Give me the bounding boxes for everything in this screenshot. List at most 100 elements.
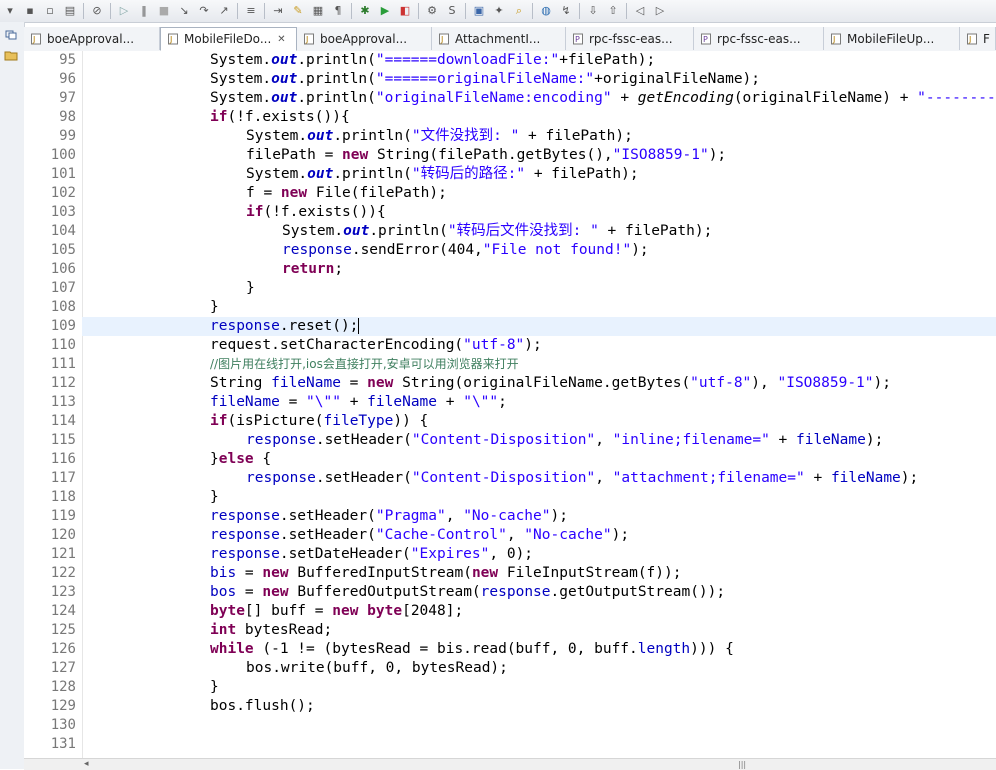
dropdown-arrow[interactable]: ▾ xyxy=(3,4,17,18)
code-line-103[interactable]: if(!f.exists()){ xyxy=(246,203,386,222)
close-tab-icon[interactable]: ✕ xyxy=(277,34,285,45)
web-service-icon[interactable]: S xyxy=(445,4,459,18)
tab-6[interactable]: J MobileFileUp... xyxy=(824,27,960,50)
code-line-108[interactable]: } xyxy=(210,298,219,317)
code-line-127[interactable]: bos.write(buff, 0, bytesRead); xyxy=(246,659,508,678)
line-number: 116 xyxy=(50,451,76,467)
tab-7[interactable]: JF xyxy=(960,27,996,50)
search-icon[interactable]: ⌕ xyxy=(512,4,526,18)
scroll-thumb-grip[interactable]: ||| xyxy=(738,760,746,769)
step-into-icon[interactable]: ↘ xyxy=(177,4,191,18)
line-number: 114 xyxy=(50,413,76,429)
run-to-line-icon[interactable]: ⇥ xyxy=(271,4,285,18)
step-return-icon[interactable]: ↗ xyxy=(217,4,231,18)
block-selection-icon[interactable]: ▦ xyxy=(311,4,325,18)
code-line-121[interactable]: response.setDateHeader("Expires", 0); xyxy=(210,545,533,564)
resume-icon[interactable]: ▷ xyxy=(117,4,131,18)
line-number: 107 xyxy=(50,280,76,296)
debug-console-icon[interactable]: ≡ xyxy=(244,4,258,18)
code-line-104[interactable]: System.out.println("转码后文件没找到: " + filePa… xyxy=(282,222,712,241)
scroll-left-arrow-icon[interactable]: ◂ xyxy=(84,759,89,770)
run-icon[interactable]: ▶ xyxy=(378,4,392,18)
code-line-110[interactable]: request.setCharacterEncoding("utf-8"); xyxy=(210,336,542,355)
code-line-102[interactable]: f = new File(filePath); xyxy=(246,184,447,203)
line-number: 118 xyxy=(50,489,76,505)
package-explorer-icon[interactable] xyxy=(4,48,18,62)
mark-occurrences-icon[interactable]: ✎ xyxy=(291,4,305,18)
code-line-99[interactable]: System.out.println("文件没找到: " + filePath)… xyxy=(246,127,633,146)
editor-tab-bar: JboeApproval... J MobileFileDo... ✕ JboeAppr… xyxy=(24,27,996,52)
forward-icon[interactable]: ▷ xyxy=(653,4,667,18)
code-line-116[interactable]: }else { xyxy=(210,450,271,469)
code-line-119[interactable]: response.setHeader("Pragma", "No-cache")… xyxy=(210,507,568,526)
code-line-100[interactable]: filePath = new String(filePath.getBytes(… xyxy=(246,146,726,165)
code-line-120[interactable]: response.setHeader("Cache-Control", "No-… xyxy=(210,526,629,545)
tab-label: F xyxy=(983,31,990,46)
code-line-115[interactable]: response.setHeader("Content-Disposition"… xyxy=(246,431,883,450)
horizontal-scrollbar[interactable]: ◂ ||| xyxy=(24,758,996,770)
code-line-114[interactable]: if(isPicture(fileType)) { xyxy=(210,412,428,431)
tab-1[interactable]: J MobileFileDo... ✕ xyxy=(160,27,297,51)
code-line-124[interactable]: byte[] buff = new byte[2048]; xyxy=(210,602,463,621)
code-line-125[interactable]: int bytesRead; xyxy=(210,621,332,640)
code-line-98[interactable]: if(!f.exists()){ xyxy=(210,108,350,127)
text-caret xyxy=(358,318,360,334)
next-annotation-icon[interactable]: ⇩ xyxy=(586,4,600,18)
terminate-icon[interactable]: ■ xyxy=(157,4,171,18)
code-line-107[interactable]: } xyxy=(246,279,255,298)
debug-icon[interactable]: ✱ xyxy=(358,4,372,18)
code-line-118[interactable]: } xyxy=(210,488,219,507)
suspend-icon[interactable]: ‖ xyxy=(137,4,151,18)
external-tools-icon[interactable]: ↯ xyxy=(559,4,573,18)
show-whitespace-icon[interactable]: ¶ xyxy=(331,4,345,18)
code-line-129[interactable]: bos.flush(); xyxy=(210,697,315,716)
code-line-106[interactable]: return; xyxy=(282,260,343,279)
skip-breakpoints-icon[interactable]: ⊘ xyxy=(90,4,104,18)
code-line-97[interactable]: System.out.println("originalFileName:enc… xyxy=(210,89,996,108)
code-editor[interactable]: 95 96 97 98 99 100 101 102 103 104 105 106 107 108 109… xyxy=(24,51,996,758)
new-server-icon[interactable]: ⚙ xyxy=(425,4,439,18)
toolbar-separator xyxy=(110,3,111,19)
tab-5[interactable]: Prpc-fssc-eas... xyxy=(694,27,824,50)
back-icon[interactable]: ◁ xyxy=(633,4,647,18)
line-number: 127 xyxy=(50,660,76,676)
code-line-126[interactable]: while (-1 != (bytesRead = bis.read(buff,… xyxy=(210,640,734,659)
line-number: 95 xyxy=(59,52,76,68)
svg-text:J: J xyxy=(32,35,35,44)
restore-icon[interactable] xyxy=(4,28,18,42)
open-task-icon[interactable]: ✦ xyxy=(492,4,506,18)
coverage-icon[interactable]: ◧ xyxy=(398,4,412,18)
code-line-111[interactable]: //图片用在线打开,ios会直接打开,安卓可以用浏览器来打开 xyxy=(210,355,519,374)
toolbar-separator xyxy=(626,3,627,19)
step-over-icon[interactable]: ↷ xyxy=(197,4,211,18)
code-line-112[interactable]: String fileName = new String(originalFil… xyxy=(210,374,891,393)
line-number: 99 xyxy=(59,128,76,144)
save-icon[interactable]: ▪ xyxy=(23,4,37,18)
code-line-122[interactable]: bis = new BufferedInputStream(new FileIn… xyxy=(210,564,681,583)
code-line-101[interactable]: System.out.println("转码后的路径:" + filePath)… xyxy=(246,165,639,184)
tab-3[interactable]: J AttachmentI... xyxy=(432,27,566,50)
java-file-icon: J xyxy=(966,33,978,45)
save-all-icon[interactable]: ▫ xyxy=(43,4,57,18)
code-text-area[interactable]: System.out.println("======downloadFile:"… xyxy=(82,51,996,758)
code-line-96[interactable]: System.out.println("======originalFileNa… xyxy=(210,70,760,89)
tab-label: MobileFileDo... xyxy=(184,32,272,46)
open-type-icon[interactable]: ▣ xyxy=(472,4,486,18)
code-line-128[interactable]: } xyxy=(210,678,219,697)
code-line-117[interactable]: response.setHeader("Content-Disposition"… xyxy=(246,469,918,488)
previous-annotation-icon[interactable]: ⇧ xyxy=(606,4,620,18)
code-line-105[interactable]: response.sendError(404,"File not found!"… xyxy=(282,241,649,260)
code-line-95[interactable]: System.out.println("======downloadFile:"… xyxy=(210,51,655,70)
tab-4[interactable]: Prpc-fssc-eas... xyxy=(566,27,694,50)
code-line-113[interactable]: fileName = "\"" + fileName + "\""; xyxy=(210,393,507,412)
tab-0[interactable]: JboeApproval... xyxy=(24,27,160,50)
code-line-109-current[interactable]: response.reset(); xyxy=(82,317,996,336)
tab-2[interactable]: JboeApproval... xyxy=(297,27,432,50)
line-number: 113 xyxy=(50,394,76,410)
svg-text:J: J xyxy=(305,35,308,44)
web-browser-icon[interactable]: ◍ xyxy=(539,4,553,18)
svg-text:J: J xyxy=(169,35,172,44)
print-icon[interactable]: ▤ xyxy=(63,4,77,18)
code-line-123[interactable]: bos = new BufferedOutputStream(response.… xyxy=(210,583,725,602)
line-number: 121 xyxy=(50,546,76,562)
